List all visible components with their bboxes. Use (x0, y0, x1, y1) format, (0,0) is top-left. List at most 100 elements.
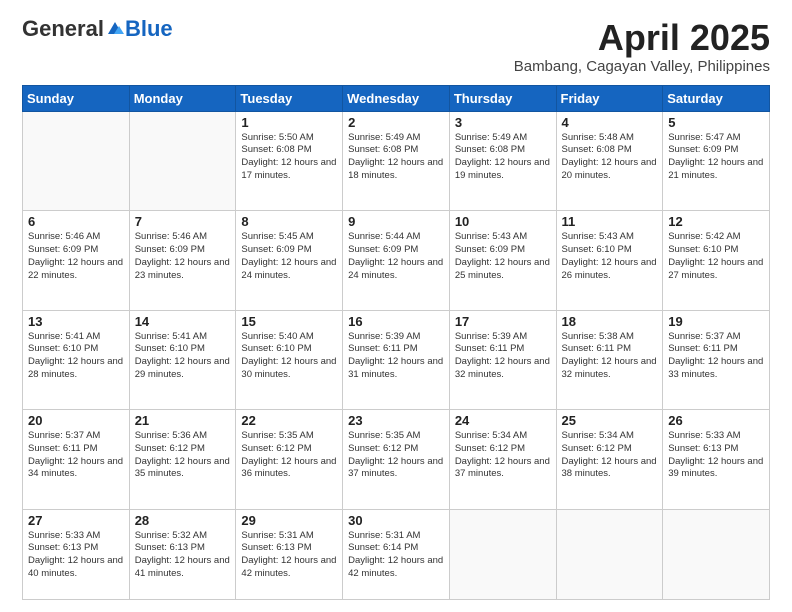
table-row: 29 Sunrise: 5:31 AM Sunset: 6:13 PM Dayli… (236, 509, 343, 599)
day-info: Sunrise: 5:37 AM Sunset: 6:11 PM Dayligh… (28, 430, 124, 481)
calendar-header-row: Sunday Monday Tuesday Wednesday Thursday… (23, 85, 770, 111)
day-info: Sunrise: 5:33 AM Sunset: 6:13 PM Dayligh… (28, 530, 124, 581)
table-row (663, 509, 770, 599)
day-number: 25 (562, 413, 658, 428)
day-info: Sunrise: 5:43 AM Sunset: 6:10 PM Dayligh… (562, 231, 658, 282)
col-monday: Monday (129, 85, 236, 111)
day-info: Sunrise: 5:48 AM Sunset: 6:08 PM Dayligh… (562, 132, 658, 183)
day-number: 24 (455, 413, 551, 428)
col-sunday: Sunday (23, 85, 130, 111)
day-number: 19 (668, 314, 764, 329)
day-info: Sunrise: 5:37 AM Sunset: 6:11 PM Dayligh… (668, 331, 764, 382)
day-info: Sunrise: 5:39 AM Sunset: 6:11 PM Dayligh… (455, 331, 551, 382)
table-row: 9 Sunrise: 5:44 AM Sunset: 6:09 PM Daylig… (343, 211, 450, 310)
day-info: Sunrise: 5:35 AM Sunset: 6:12 PM Dayligh… (348, 430, 444, 481)
day-info: Sunrise: 5:31 AM Sunset: 6:14 PM Dayligh… (348, 530, 444, 581)
table-row (129, 111, 236, 210)
day-number: 18 (562, 314, 658, 329)
day-number: 4 (562, 115, 658, 130)
day-number: 17 (455, 314, 551, 329)
day-number: 22 (241, 413, 337, 428)
day-info: Sunrise: 5:41 AM Sunset: 6:10 PM Dayligh… (135, 331, 231, 382)
day-info: Sunrise: 5:42 AM Sunset: 6:10 PM Dayligh… (668, 231, 764, 282)
day-info: Sunrise: 5:50 AM Sunset: 6:08 PM Dayligh… (241, 132, 337, 183)
logo-blue-text: Blue (125, 18, 173, 40)
header: General Blue April 2025 Bambang, Cagayan… (22, 18, 770, 75)
day-number: 16 (348, 314, 444, 329)
col-friday: Friday (556, 85, 663, 111)
day-number: 3 (455, 115, 551, 130)
table-row: 5Sunrise: 5:47 AM Sunset: 6:09 PM Daylig… (663, 111, 770, 210)
day-info: Sunrise: 5:43 AM Sunset: 6:09 PM Dayligh… (455, 231, 551, 282)
day-number: 5 (668, 115, 764, 130)
day-info: Sunrise: 5:31 AM Sunset: 6:13 PM Dayligh… (241, 530, 337, 581)
table-row (556, 509, 663, 599)
day-number: 26 (668, 413, 764, 428)
day-number: 2 (348, 115, 444, 130)
calendar-table: Sunday Monday Tuesday Wednesday Thursday… (22, 85, 770, 600)
day-info: Sunrise: 5:34 AM Sunset: 6:12 PM Dayligh… (455, 430, 551, 481)
day-number: 12 (668, 214, 764, 229)
day-info: Sunrise: 5:44 AM Sunset: 6:09 PM Dayligh… (348, 231, 444, 282)
table-row: 17 Sunrise: 5:39 AM Sunset: 6:11 PM Dayli… (449, 310, 556, 409)
day-number: 14 (135, 314, 231, 329)
table-row: 21Sunrise: 5:36 AM Sunset: 6:12 PM Dayli… (129, 410, 236, 509)
day-info: Sunrise: 5:46 AM Sunset: 6:09 PM Dayligh… (28, 231, 124, 282)
table-row: 19 Sunrise: 5:37 AM Sunset: 6:11 PM Dayli… (663, 310, 770, 409)
table-row: 28 Sunrise: 5:32 AM Sunset: 6:13 PM Dayli… (129, 509, 236, 599)
col-thursday: Thursday (449, 85, 556, 111)
table-row: 14 Sunrise: 5:41 AM Sunset: 6:10 PM Dayli… (129, 310, 236, 409)
day-number: 29 (241, 513, 337, 528)
day-number: 15 (241, 314, 337, 329)
day-info: Sunrise: 5:32 AM Sunset: 6:13 PM Dayligh… (135, 530, 231, 581)
table-row: 20Sunrise: 5:37 AM Sunset: 6:11 PM Dayli… (23, 410, 130, 509)
day-number: 6 (28, 214, 124, 229)
table-row (23, 111, 130, 210)
logo: General Blue (22, 18, 173, 40)
day-info: Sunrise: 5:33 AM Sunset: 6:13 PM Dayligh… (668, 430, 764, 481)
day-info: Sunrise: 5:38 AM Sunset: 6:11 PM Dayligh… (562, 331, 658, 382)
table-row: 10Sunrise: 5:43 AM Sunset: 6:09 PM Dayli… (449, 211, 556, 310)
col-saturday: Saturday (663, 85, 770, 111)
table-row: 6 Sunrise: 5:46 AM Sunset: 6:09 PM Daylig… (23, 211, 130, 310)
day-number: 1 (241, 115, 337, 130)
day-info: Sunrise: 5:49 AM Sunset: 6:08 PM Dayligh… (455, 132, 551, 183)
day-info: Sunrise: 5:39 AM Sunset: 6:11 PM Dayligh… (348, 331, 444, 382)
day-number: 28 (135, 513, 231, 528)
day-info: Sunrise: 5:46 AM Sunset: 6:09 PM Dayligh… (135, 231, 231, 282)
day-number: 21 (135, 413, 231, 428)
day-info: Sunrise: 5:41 AM Sunset: 6:10 PM Dayligh… (28, 331, 124, 382)
title-location: Bambang, Cagayan Valley, Philippines (514, 58, 770, 75)
title-month-year: April 2025 (514, 18, 770, 58)
table-row: 8Sunrise: 5:45 AM Sunset: 6:09 PM Daylig… (236, 211, 343, 310)
logo-icon (106, 20, 124, 38)
table-row: 13 Sunrise: 5:41 AM Sunset: 6:10 PM Dayli… (23, 310, 130, 409)
logo-general-text: General (22, 18, 104, 40)
table-row: 4 Sunrise: 5:48 AM Sunset: 6:08 PM Daylig… (556, 111, 663, 210)
page: General Blue April 2025 Bambang, Cagayan… (0, 0, 792, 612)
day-number: 23 (348, 413, 444, 428)
day-number: 11 (562, 214, 658, 229)
col-tuesday: Tuesday (236, 85, 343, 111)
day-number: 30 (348, 513, 444, 528)
table-row: 15 Sunrise: 5:40 AM Sunset: 6:10 PM Dayli… (236, 310, 343, 409)
table-row: 12 Sunrise: 5:42 AM Sunset: 6:10 PM Dayli… (663, 211, 770, 310)
table-row: 25 Sunrise: 5:34 AM Sunset: 6:12 PM Dayli… (556, 410, 663, 509)
table-row: 18 Sunrise: 5:38 AM Sunset: 6:11 PM Dayli… (556, 310, 663, 409)
table-row: 30 Sunrise: 5:31 AM Sunset: 6:14 PM Dayli… (343, 509, 450, 599)
col-wednesday: Wednesday (343, 85, 450, 111)
day-number: 9 (348, 214, 444, 229)
table-row: 2 Sunrise: 5:49 AM Sunset: 6:08 PM Daylig… (343, 111, 450, 210)
day-info: Sunrise: 5:49 AM Sunset: 6:08 PM Dayligh… (348, 132, 444, 183)
day-number: 13 (28, 314, 124, 329)
day-info: Sunrise: 5:40 AM Sunset: 6:10 PM Dayligh… (241, 331, 337, 382)
day-number: 27 (28, 513, 124, 528)
table-row: 27 Sunrise: 5:33 AM Sunset: 6:13 PM Dayli… (23, 509, 130, 599)
table-row: 22 Sunrise: 5:35 AM Sunset: 6:12 PM Dayli… (236, 410, 343, 509)
table-row: 16 Sunrise: 5:39 AM Sunset: 6:11 PM Dayli… (343, 310, 450, 409)
day-info: Sunrise: 5:34 AM Sunset: 6:12 PM Dayligh… (562, 430, 658, 481)
table-row: 11 Sunrise: 5:43 AM Sunset: 6:10 PM Dayli… (556, 211, 663, 310)
day-info: Sunrise: 5:35 AM Sunset: 6:12 PM Dayligh… (241, 430, 337, 481)
table-row (449, 509, 556, 599)
title-block: April 2025 Bambang, Cagayan Valley, Phil… (514, 18, 770, 75)
